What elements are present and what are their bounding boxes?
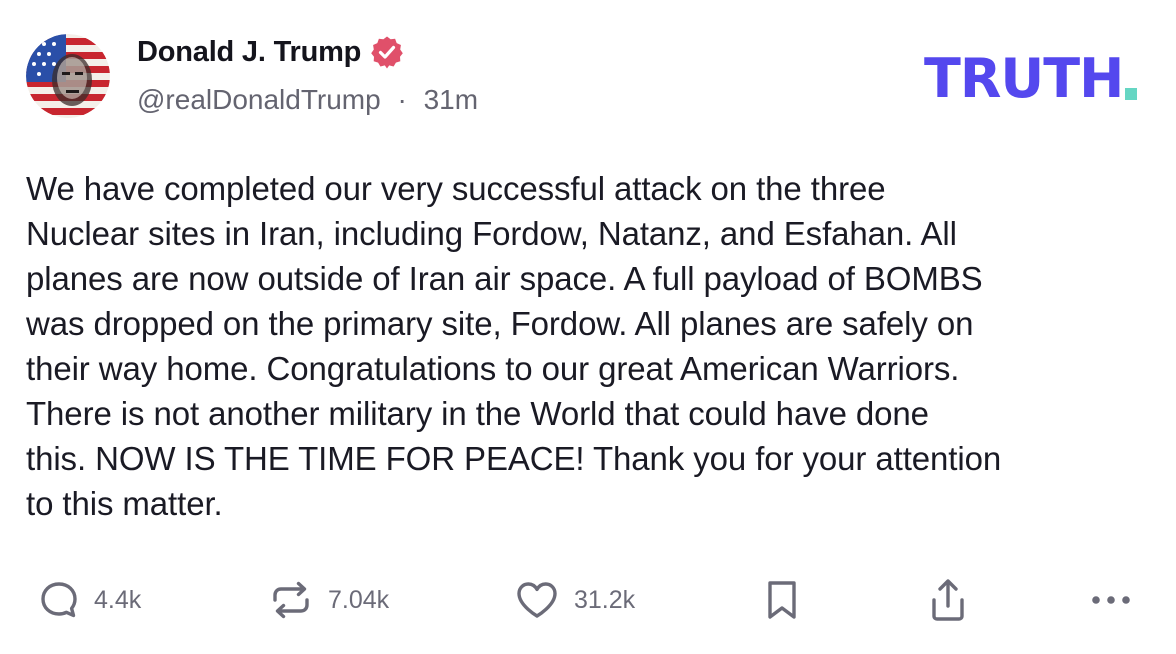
like-count: 31.2k bbox=[574, 585, 636, 614]
handle-row: @realDonaldTrump · 31m bbox=[137, 84, 478, 116]
retruth-count: 7.04k bbox=[328, 585, 390, 614]
share-button[interactable] bbox=[926, 574, 970, 626]
post-time[interactable]: 31m bbox=[424, 84, 478, 115]
post-body: We have completed our very successful at… bbox=[26, 170, 1002, 522]
more-dots-icon bbox=[1092, 596, 1130, 604]
share-icon bbox=[932, 579, 964, 621]
bookmark-button[interactable] bbox=[762, 574, 802, 626]
retruth-icon bbox=[273, 581, 309, 619]
verified-badge-icon bbox=[370, 35, 404, 69]
retruth-button[interactable]: 7.04k bbox=[268, 574, 389, 626]
logo-dot bbox=[1125, 88, 1138, 100]
reply-button[interactable]: 4.4k bbox=[38, 574, 141, 626]
truth-post: Donald J. Trump @realDonaldTrump · 31m T… bbox=[0, 0, 1176, 654]
reply-count: 4.4k bbox=[94, 585, 142, 614]
author-name[interactable]: Donald J. Trump bbox=[137, 36, 361, 69]
author-handle[interactable]: @realDonaldTrump bbox=[137, 84, 381, 115]
meta-separator: · bbox=[397, 84, 407, 115]
avatar[interactable] bbox=[26, 34, 110, 118]
bookmark-icon bbox=[768, 581, 796, 619]
action-bar: 4.4k 7.04k 31.2k bbox=[0, 574, 1176, 626]
like-button[interactable]: 31.2k bbox=[514, 574, 635, 626]
more-button[interactable] bbox=[1088, 574, 1134, 626]
author-name-row: Donald J. Trump bbox=[137, 30, 404, 74]
flag-portrait-avatar-icon bbox=[26, 34, 110, 118]
heart-icon bbox=[517, 582, 557, 618]
logo-text: TRUTH bbox=[924, 47, 1124, 110]
reply-bubble-icon bbox=[41, 582, 77, 618]
truth-logo: TRUTH bbox=[924, 46, 1138, 110]
